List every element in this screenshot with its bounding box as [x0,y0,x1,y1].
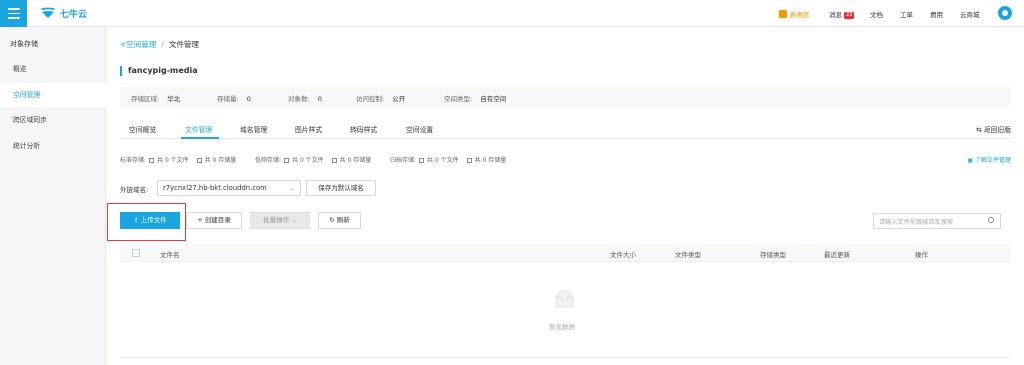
tickets-link[interactable]: 工单 [900,9,913,19]
tab-bar: 空间概览 文件管理 域名管理 图片样式 转码样式 空间设置 ⇆ 返回旧版 [120,119,1011,139]
sidebar: 对象存储 概览 空间管理 跨区域同步 统计分析 [0,27,106,365]
stat-archive: 归档存储: 共 0 个文件共 0 存储量 [390,157,507,164]
messages-link[interactable]: 消息 22 [829,9,855,19]
bucket-info-bar: 存储区域: 华北 存储量: 0 对象数: 0 访问控制: 公开 空间类型: 自有空间 [120,87,1011,107]
column-file-type: 文件类型 [675,251,701,259]
chevron-down-icon: ⌄ [289,184,295,192]
upload-file-button[interactable]: ⇧ 上传文件 [120,212,180,229]
empty-inbox-icon [555,290,574,308]
empty-state-text: 暂无数据 [549,323,575,331]
folder-icon [149,158,155,163]
breadcrumb: <空间管理 / 文件管理 [120,39,199,50]
domain-label: 外链域名: [120,186,149,194]
sidebar-item-cross-region-sync[interactable]: 跨区域同步 [0,108,106,132]
tab-overview[interactable]: 空间概览 [129,124,156,134]
main-content: <空间管理 / 文件管理 fancypig-media 存储区域: 华北 存储量: 0 … [107,27,1024,365]
tab-file-management[interactable]: 文件管理 [185,124,212,134]
sidebar-item-bucket-management[interactable]: 空间管理 [0,83,106,107]
market-link[interactable]: 云商城 [960,9,980,19]
tab-image-styles[interactable]: 图片样式 [295,124,322,134]
storage-icon [331,158,337,163]
domain-select[interactable]: r7ycnxl27.hb-bkt.clouddn.com ⌄ [157,180,301,196]
storage-icon [196,158,202,163]
top-bar: 七牛云 新惠管 消息 22 文档 工单 费用 云商城 [0,0,1024,27]
doc-icon: ▣ [967,157,975,164]
breadcrumb-current: 文件管理 [168,40,199,49]
learn-file-management-link[interactable]: ▣ 了解文件管理 [967,155,1011,164]
column-filename: 文件名 [160,251,180,259]
select-all-checkbox[interactable] [132,249,140,257]
tab-bucket-settings[interactable]: 空间设置 [406,124,433,134]
upload-icon: ⇧ [133,216,141,224]
info-access: 访问控制: 公开 [356,95,406,103]
promo-link[interactable]: 新惠管 [779,9,810,19]
folder-icon [419,158,425,163]
info-type: 空间类型: 自有空间 [444,95,507,103]
qiniu-logo-icon [40,7,56,18]
column-last-updated: 最近更新 [824,251,850,259]
back-to-old-version-link[interactable]: ⇆ 返回旧版 [976,124,1011,134]
column-storage-type: 存储类型 [760,251,786,259]
storage-icon [466,158,472,163]
create-directory-button[interactable]: + 创建目录 [186,212,242,229]
breadcrumb-back-link[interactable]: <空间管理 [120,40,156,49]
search-input[interactable]: 请输入文件前缀按回车搜索 [873,213,1001,229]
stat-standard: 标准存储: 共 0 个文件共 0 存储量 [120,157,237,164]
refresh-button[interactable]: ↻ 刷新 [318,212,361,229]
stat-low-frequency: 低频存储: 共 0 个文件共 0 存储量 [255,157,372,164]
breadcrumb-separator: / [161,40,164,49]
billing-link[interactable]: 费用 [930,9,943,19]
table-bottom-divider [120,357,1011,358]
info-objects: 对象数: 0 [288,95,322,103]
sidebar-item-overview[interactable]: 概览 [0,57,106,81]
folder-icon [284,158,290,163]
gift-icon [779,10,787,18]
plus-icon: + [197,216,205,224]
batch-operations-button[interactable]: 批量操作 ⌄ [250,212,310,229]
save-default-domain-button[interactable]: 保存为默认域名 [306,180,376,196]
tab-domain-management[interactable]: 域名管理 [240,124,267,134]
promo-label: 新惠管 [790,11,810,19]
bucket-name: fancypig-media [120,66,198,76]
info-storage: 存储量: 0 [217,95,251,103]
sidebar-item-statistics[interactable]: 统计分析 [0,134,106,158]
hamburger-menu-button[interactable] [0,0,27,27]
search-icon [988,217,994,223]
chevron-down-icon: ⌄ [289,216,297,224]
sidebar-title: 对象存储 [10,40,38,48]
docs-link[interactable]: 文档 [870,9,883,19]
info-region: 存储区域: 华北 [131,95,181,103]
logo[interactable]: 七牛云 [39,6,87,20]
swap-icon: ⇆ [975,126,984,134]
column-file-size: 文件大小 [610,251,636,259]
tab-active-indicator [181,137,219,139]
brand-name: 七牛云 [60,9,88,20]
messages-label: 消息 [829,11,842,19]
refresh-icon: ↻ [329,216,337,224]
messages-badge: 22 [844,12,855,19]
table-header: 文件名 文件大小 文件类型 存储类型 最近更新 操作 [120,244,1011,262]
tab-transcode-styles[interactable]: 转码样式 [350,124,377,134]
column-actions: 操作 [915,251,928,259]
avatar[interactable] [998,6,1012,20]
